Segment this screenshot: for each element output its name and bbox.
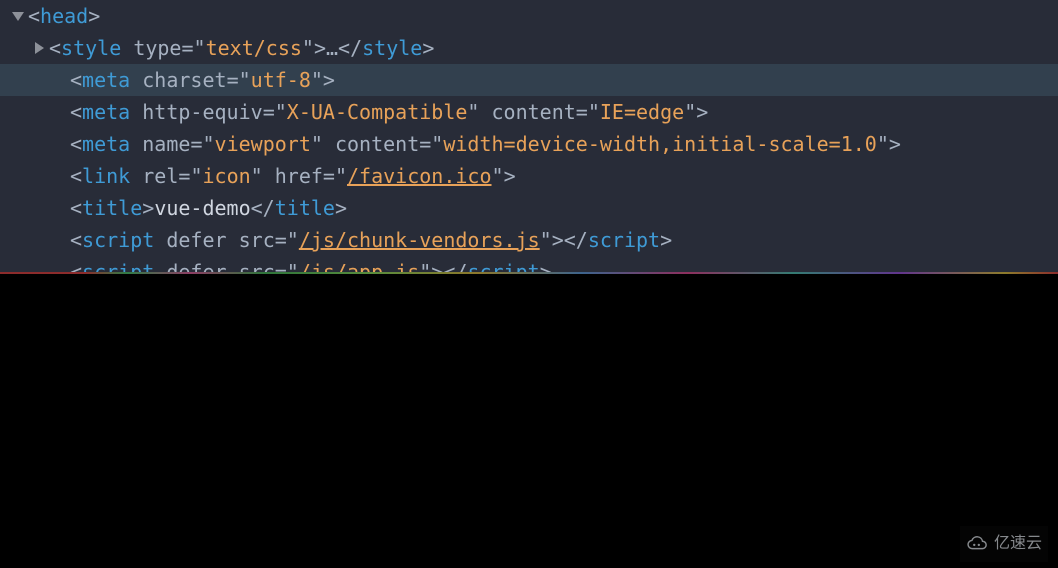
attr-name: defer xyxy=(166,256,226,272)
tag-name: link xyxy=(82,160,130,192)
dom-node-meta-compat[interactable]: <meta http-equiv="X-UA-Compatible" conte… xyxy=(0,96,1058,128)
tag-name: style xyxy=(61,32,121,64)
tag-name: meta xyxy=(82,128,130,160)
attr-name: href xyxy=(275,160,323,192)
src-link[interactable]: /js/app.js xyxy=(299,256,419,272)
dom-node-link-icon[interactable]: <link rel="icon" href="/favicon.ico"> xyxy=(0,160,1058,192)
title-text: vue-demo xyxy=(154,192,250,224)
src-link[interactable]: /js/chunk-vendors.js xyxy=(299,224,540,256)
attr-name: type xyxy=(133,32,181,64)
attr-value: IE=edge xyxy=(600,96,684,128)
attr-name: src xyxy=(239,256,275,272)
watermark-text: 亿速云 xyxy=(994,528,1042,560)
expand-toggle-open-icon[interactable] xyxy=(12,12,24,21)
href-link[interactable]: /favicon.ico xyxy=(347,160,492,192)
attr-value: viewport xyxy=(215,128,311,160)
attr-name: charset xyxy=(142,64,226,96)
tag-name: head xyxy=(40,0,88,32)
dom-node-style[interactable]: <style type="text/css">…</style> xyxy=(0,32,1058,64)
dom-node-title[interactable]: <title>vue-demo</title> xyxy=(0,192,1058,224)
tag-name: script xyxy=(82,256,154,272)
elements-panel[interactable]: <head> <style type="text/css">…</style> … xyxy=(0,0,1058,272)
attr-name: http-equiv xyxy=(142,96,262,128)
angle-close: > xyxy=(88,0,100,32)
attr-name: src xyxy=(239,224,275,256)
dom-node-head[interactable]: <head> xyxy=(0,0,1058,32)
dom-node-script-vendors[interactable]: <script defer src="/js/chunk-vendors.js"… xyxy=(0,224,1058,256)
attr-value: X-UA-Compatible xyxy=(287,96,468,128)
expand-toggle-closed-icon[interactable] xyxy=(35,42,44,54)
tag-name: meta xyxy=(82,64,130,96)
attr-name: content xyxy=(335,128,419,160)
attr-value: utf-8 xyxy=(251,64,311,96)
attr-name: content xyxy=(492,96,576,128)
attr-value: icon xyxy=(202,160,250,192)
attr-value: width=device-width,initial-scale=1.0 xyxy=(443,128,876,160)
tag-name: title xyxy=(82,192,142,224)
tag-name: script xyxy=(82,224,154,256)
watermark: 亿速云 xyxy=(960,526,1048,562)
tag-name: meta xyxy=(82,96,130,128)
attr-value: text/css xyxy=(206,32,302,64)
attr-name: name xyxy=(142,128,190,160)
attr-name: defer xyxy=(166,224,226,256)
cloud-icon xyxy=(966,533,988,555)
attr-name: rel xyxy=(142,160,178,192)
dom-node-meta-viewport[interactable]: <meta name="viewport" content="width=dev… xyxy=(0,128,1058,160)
glitch-edge xyxy=(0,272,1058,274)
collapsed-content: … xyxy=(326,32,338,64)
dom-node-script-app[interactable]: <script defer src="/js/app.js"></script> xyxy=(0,256,1058,272)
angle-open: < xyxy=(28,0,40,32)
dom-node-meta-charset[interactable]: <meta charset="utf-8"> xyxy=(0,64,1058,96)
